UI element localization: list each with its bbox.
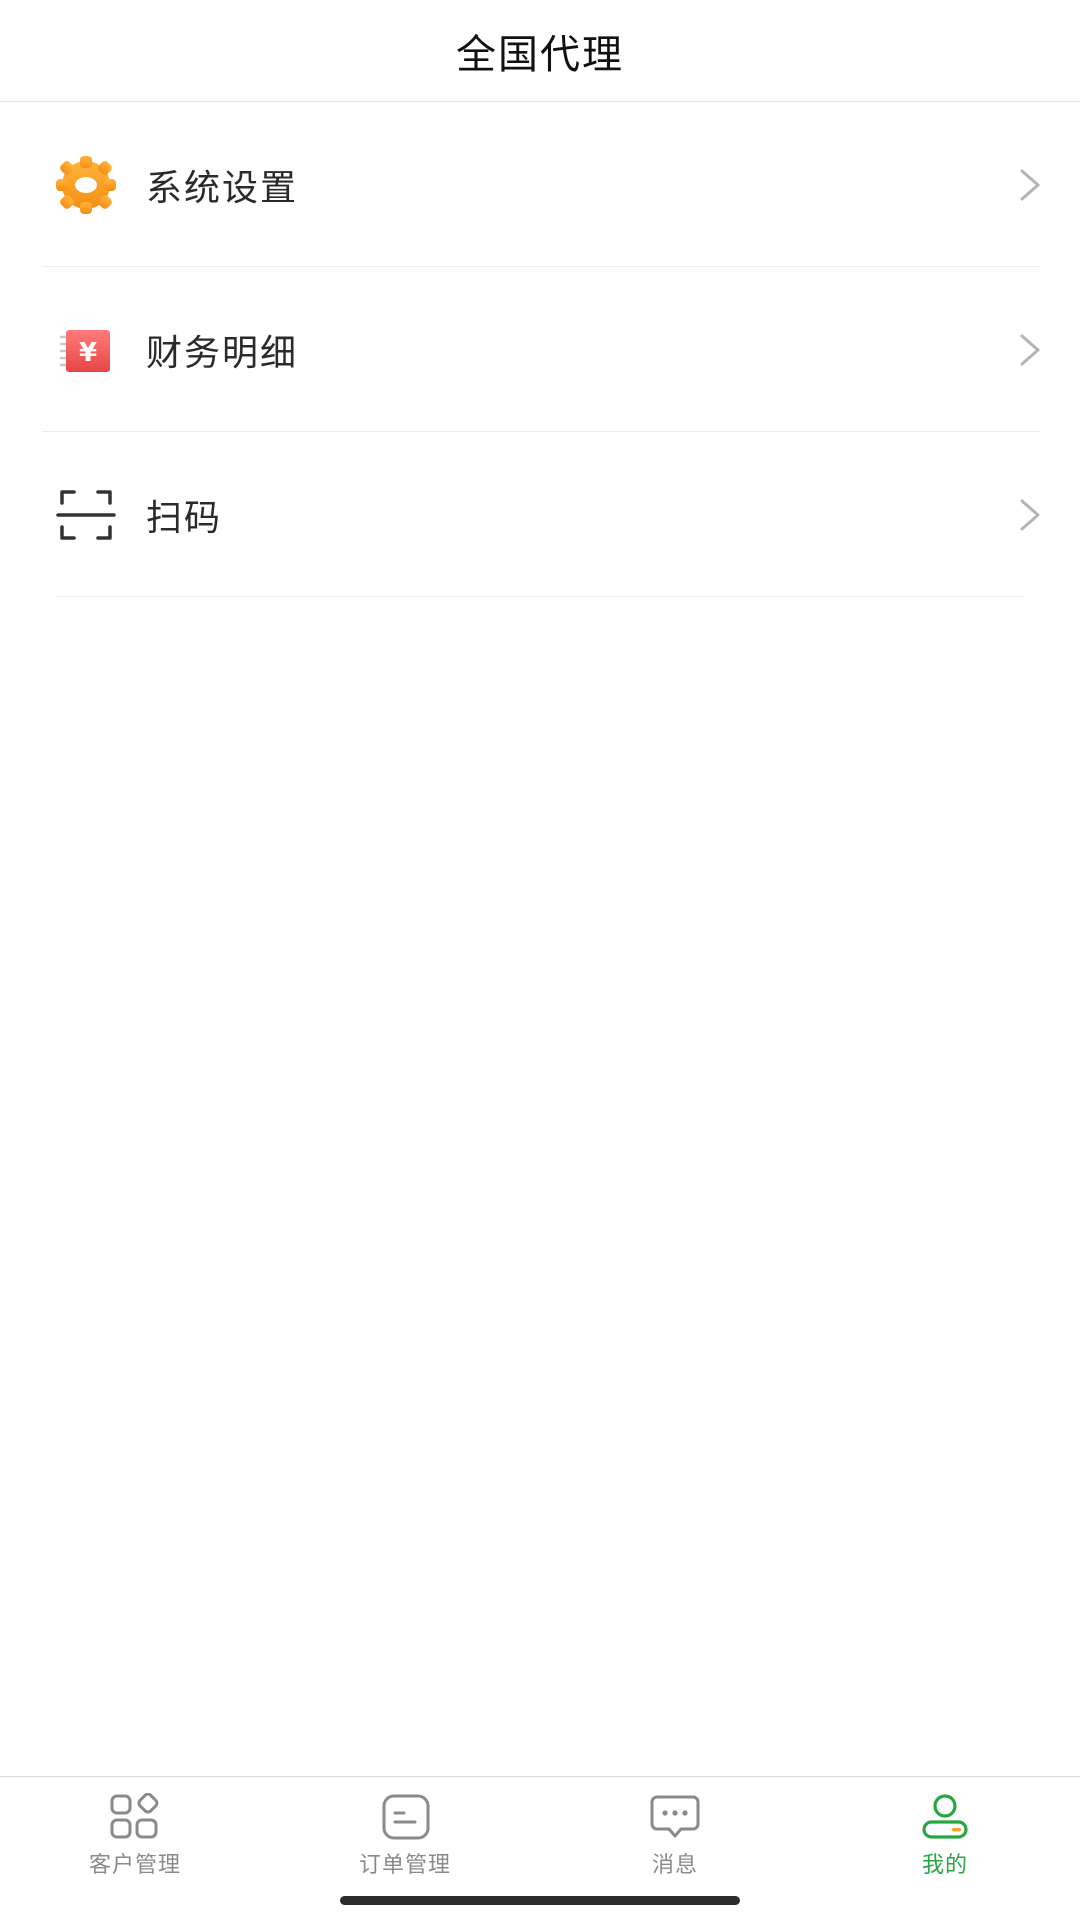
gear-icon [52, 151, 120, 219]
scan-frame-icon [52, 481, 120, 549]
svg-text:¥: ¥ [79, 338, 97, 368]
menu-item-scan[interactable]: 扫码 [0, 432, 1080, 597]
menu-item-label: 财务明细 [146, 332, 299, 374]
header-bar: 全国代理 [0, 0, 1080, 102]
chevron-right-icon [1020, 499, 1040, 530]
finance-receipt-icon: ¥ [52, 316, 120, 384]
menu-list: 系统设置 ¥ 财务明细 扫码 [0, 102, 1080, 597]
tab-messages[interactable]: 消息 [540, 1777, 810, 1887]
menu-item-label: 系统设置 [146, 167, 299, 209]
tab-mine[interactable]: 我的 [810, 1777, 1080, 1887]
tab-label: 我的 [921, 1853, 968, 1878]
divider [55, 596, 1024, 597]
chevron-right-icon [1020, 334, 1040, 365]
tab-label: 客户管理 [88, 1853, 181, 1878]
grid-apps-icon [110, 1793, 159, 1839]
profile-icon [922, 1794, 968, 1839]
menu-item-finance-details[interactable]: ¥ 财务明细 [0, 267, 1080, 432]
tab-customer-management[interactable]: 客户管理 [0, 1777, 270, 1887]
order-doc-icon [382, 1794, 430, 1840]
chat-bubble-icon [650, 1795, 700, 1838]
page-title: 全国代理 [456, 31, 624, 78]
tab-label: 消息 [651, 1853, 698, 1878]
chevron-right-icon [1020, 169, 1040, 200]
tab-label: 订单管理 [358, 1853, 451, 1878]
menu-item-label: 扫码 [146, 497, 223, 539]
home-indicator [340, 1896, 740, 1905]
tab-order-management[interactable]: 订单管理 [270, 1777, 540, 1887]
menu-item-system-settings[interactable]: 系统设置 [0, 102, 1080, 267]
